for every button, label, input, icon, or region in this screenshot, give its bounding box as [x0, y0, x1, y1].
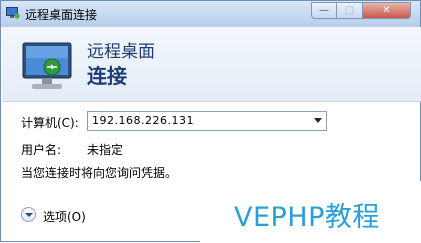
computer-label: 计算机(C):	[21, 116, 79, 130]
computer-value[interactable]: 192.168.226.131	[92, 114, 194, 127]
minimize-button[interactable]: —	[311, 2, 337, 19]
monitor-icon	[22, 42, 72, 89]
computer-combobox[interactable]: 192.168.226.131	[87, 111, 327, 131]
app-icon	[6, 7, 20, 19]
dropdown-arrow-icon[interactable]	[314, 118, 322, 123]
user-value: 未指定	[87, 143, 124, 157]
options-label[interactable]: 选项(O)	[43, 208, 86, 225]
credentials-note: 当您连接时将向您询问凭据。	[21, 166, 178, 180]
close-button[interactable]: ✕	[363, 2, 411, 19]
chevron-down-icon[interactable]	[21, 207, 36, 222]
banner: 远程桌面 连接	[2, 27, 421, 102]
watermark: VEPHP教程	[200, 181, 421, 243]
title-bar[interactable]: 远程桌面连接 — □ ✕	[1, 1, 420, 27]
user-label: 用户名:	[21, 143, 62, 157]
banner-line2: 连接	[87, 64, 127, 88]
remote-desktop-window: 远程桌面连接 — □ ✕ 远程桌面 连接 计算机(C): 192.168.226…	[0, 0, 421, 243]
watermark-text: VEPHP教程	[234, 202, 380, 233]
window-title: 远程桌面连接	[25, 8, 98, 22]
maximize-button[interactable]: □	[337, 2, 363, 19]
banner-line1: 远程桌面	[87, 42, 155, 62]
